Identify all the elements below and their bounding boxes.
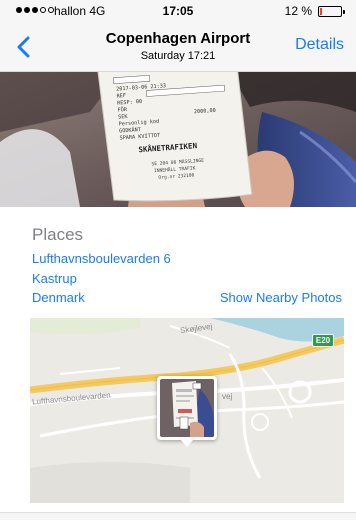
battery-icon: [318, 6, 345, 17]
pin-thumbnail-image: [160, 379, 214, 437]
road-badge-e20: E20: [312, 334, 334, 347]
show-nearby-photos-link[interactable]: Show Nearby Photos: [220, 290, 342, 305]
photo-view[interactable]: 2017-03-06 21:33 REF RESP: 00 FÖR SEK Pe…: [0, 72, 356, 207]
battery-percent: 12 %: [284, 4, 312, 18]
receipt-sek-line: SEK: [118, 114, 129, 121]
map-label-vej: vej: [222, 392, 233, 401]
place-street-link[interactable]: Lufthavnsboulevarden 6: [32, 251, 171, 266]
battery-fill: [320, 8, 323, 15]
receipt-paper: 2017-03-06 21:33 REF RESP: 00 FÖR SEK Pe…: [97, 72, 253, 202]
navigation-bar: Copenhagen Airport Saturday 17:21 Detail…: [0, 22, 356, 72]
place-city-link[interactable]: Kastrup: [32, 271, 77, 286]
status-bar: hallon 4G 17:05 12 %: [0, 0, 356, 22]
pin-thumbnail: [160, 379, 214, 437]
bottom-toolbar: [0, 512, 356, 520]
receipt-for-line: FÖR: [117, 106, 128, 114]
photo-location-pin[interactable]: [157, 376, 217, 447]
location-map[interactable]: Skøjlevej Lufthavnsboulevarden vej E20: [30, 318, 344, 503]
receipt-ref-line: REF: [116, 93, 126, 100]
places-title: Places: [32, 225, 84, 244]
place-country-link[interactable]: Denmark: [32, 290, 85, 305]
details-button[interactable]: Details: [295, 36, 344, 54]
